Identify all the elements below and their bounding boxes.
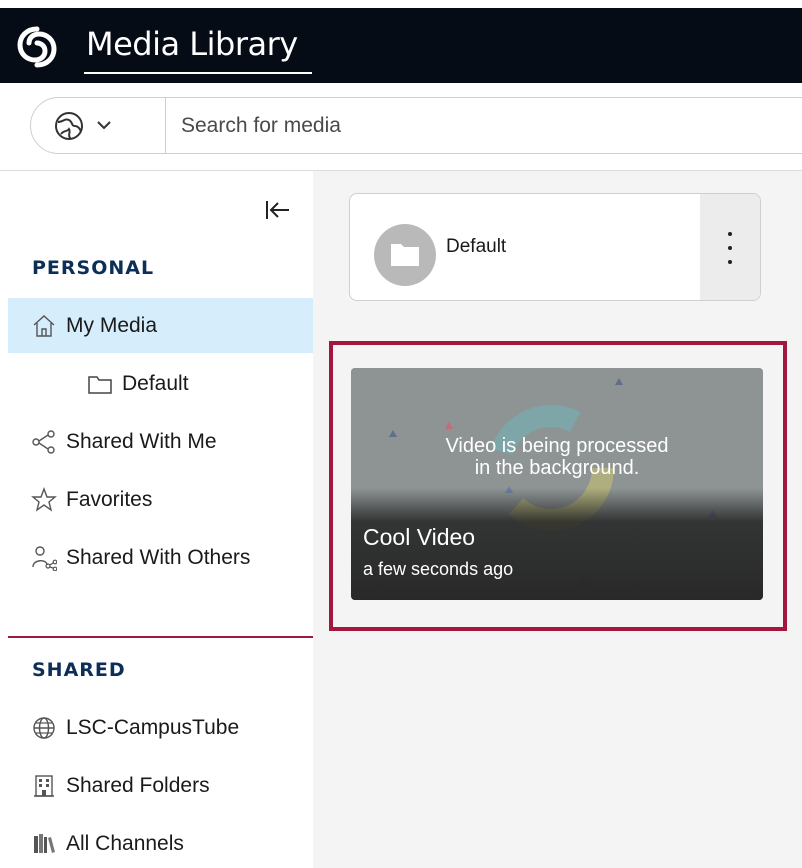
sidebar-divider <box>8 636 313 638</box>
search-input[interactable] <box>181 98 801 153</box>
sidebar-item-default-folder[interactable]: Default <box>8 356 313 411</box>
sidebar-item-label: Favorites <box>66 487 153 511</box>
app-title[interactable]: Media Library <box>86 25 298 63</box>
sidebar-item-label: Shared Folders <box>66 773 210 797</box>
top-bar: Media Library <box>0 8 802 83</box>
sidebar-item-favorites[interactable]: Favorites <box>8 472 313 527</box>
collapse-left-icon[interactable] <box>262 195 292 225</box>
folder-icon <box>391 244 419 266</box>
folder-card[interactable]: Default <box>349 193 761 301</box>
search-scope-button[interactable] <box>31 98 166 153</box>
main-content: Default Video is being processed in the … <box>313 171 802 868</box>
sidebar: PERSONAL My Media Default Shared With Me… <box>8 171 313 868</box>
folder-name: Default <box>446 236 507 257</box>
sidebar-item-lsc-campustube[interactable]: LSC-CampusTube <box>8 700 313 755</box>
globe-icon <box>55 112 83 140</box>
globe-icon <box>30 714 58 742</box>
swirl-logo-icon[interactable] <box>14 24 60 70</box>
folder-icon <box>86 370 114 398</box>
app-title-underline <box>84 72 312 74</box>
sidebar-item-shared-folders[interactable]: Shared Folders <box>8 758 313 813</box>
search-box <box>30 97 802 154</box>
section-title-personal: PERSONAL <box>32 257 155 279</box>
sidebar-item-shared-with-me[interactable]: Shared With Me <box>8 414 313 469</box>
building-icon <box>30 772 58 800</box>
library-icon <box>30 830 58 858</box>
processing-status: Video is being processed in the backgrou… <box>445 435 669 479</box>
sidebar-item-label: My Media <box>66 313 158 337</box>
sidebar-item-all-channels[interactable]: All Channels <box>8 816 313 868</box>
sidebar-item-label: All Channels <box>66 831 184 855</box>
section-title-shared: SHARED <box>32 659 126 681</box>
chevron-down-icon <box>97 121 111 130</box>
folder-avatar <box>374 224 436 286</box>
search-bar <box>0 83 802 171</box>
sidebar-item-my-media[interactable]: My Media <box>8 298 313 353</box>
sidebar-item-shared-with-others[interactable]: Shared With Others <box>8 530 313 585</box>
video-title[interactable]: Cool Video <box>363 524 475 551</box>
people-share-icon <box>30 544 58 572</box>
share-icon <box>30 428 58 456</box>
sidebar-item-label: Default <box>122 371 189 395</box>
sidebar-item-label: Shared With Me <box>66 429 217 453</box>
kebab-menu-icon[interactable] <box>700 194 760 300</box>
home-icon <box>30 312 58 340</box>
star-icon <box>30 486 58 514</box>
video-card[interactable]: Video is being processed in the backgrou… <box>351 368 763 600</box>
sidebar-item-label: Shared With Others <box>66 545 251 569</box>
sidebar-item-label: LSC-CampusTube <box>66 715 240 739</box>
video-timestamp: a few seconds ago <box>363 559 514 579</box>
